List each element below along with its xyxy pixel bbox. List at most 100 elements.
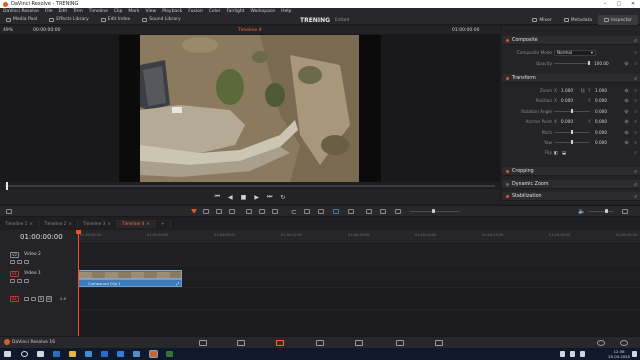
opacity-slider-knob[interactable]	[588, 61, 590, 65]
settings-icon[interactable]	[620, 340, 628, 346]
edit-page-icon[interactable]	[276, 340, 284, 346]
replace-clip-icon[interactable]	[272, 209, 278, 214]
reset-icon[interactable]: ↺	[634, 76, 637, 81]
cut-page-icon[interactable]	[237, 340, 245, 346]
media-pool-button[interactable]: Media Pool	[0, 15, 43, 25]
flag-icon[interactable]	[333, 209, 339, 214]
task-view-icon[interactable]	[37, 351, 44, 357]
yaw-value[interactable]: 0.000	[595, 140, 607, 145]
fusion-page-icon[interactable]	[316, 340, 324, 346]
effects-library-button[interactable]: Effects Library	[43, 15, 94, 25]
close-tab-icon[interactable]: ×	[107, 222, 111, 227]
timeline-playhead-handle[interactable]	[76, 230, 81, 234]
solo-button[interactable]: S	[38, 295, 44, 302]
auto-select-icon[interactable]	[17, 260, 22, 264]
insert-clip-icon[interactable]	[246, 209, 252, 214]
play-icon[interactable]: ▶	[254, 194, 259, 201]
browser-icon[interactable]	[53, 351, 60, 357]
resolve-taskbar-icon[interactable]	[149, 350, 158, 358]
audio-meter-icon[interactable]	[622, 209, 628, 214]
stabilization-section-header[interactable]: Stabilization ↺	[502, 192, 640, 201]
layout-icon[interactable]	[6, 209, 12, 214]
trim-tool-icon[interactable]	[203, 209, 209, 214]
section-enabled-icon[interactable]	[506, 182, 509, 186]
blade-tool-icon[interactable]	[229, 209, 235, 214]
reset-icon[interactable]: ↺	[634, 130, 637, 135]
compound-clip[interactable]: Compound Clip 1 ⤢	[78, 279, 182, 287]
opacity-slider[interactable]	[554, 63, 590, 64]
go-to-start-icon[interactable]: ⏮	[215, 193, 220, 201]
file-explorer-icon[interactable]	[69, 351, 76, 357]
pitch-slider-knob[interactable]	[571, 130, 573, 134]
timeline-tab[interactable]: Timeline 2 ×	[39, 220, 78, 228]
dynamic-zoom-section-header[interactable]: Dynamic Zoom ↺	[502, 180, 640, 189]
volume-icon[interactable]: 🔈	[578, 208, 585, 215]
zoom-full-icon[interactable]	[366, 209, 372, 214]
menu-item-view[interactable]: View	[146, 9, 157, 14]
timeline-zoom-slider[interactable]	[410, 211, 460, 212]
mute-button[interactable]: M	[46, 295, 52, 302]
track-lane-v2[interactable]	[78, 244, 640, 266]
snapping-icon[interactable]: ⊂	[291, 208, 297, 216]
menu-item-playback[interactable]: Playback	[162, 9, 182, 14]
reset-icon[interactable]: ↺	[634, 50, 637, 55]
notifications-icon[interactable]	[632, 351, 637, 357]
link-clips-icon[interactable]	[304, 209, 310, 214]
section-enabled-icon[interactable]	[506, 169, 509, 173]
reset-icon[interactable]: ↺	[634, 140, 637, 145]
system-clock[interactable]: 12:36 25.05.2020	[608, 349, 630, 359]
reset-icon[interactable]: ↺	[634, 61, 637, 66]
viewer-zoom[interactable]: 49%	[3, 28, 13, 33]
close-button[interactable]: ✕	[626, 1, 640, 7]
stop-icon[interactable]: ■	[241, 194, 247, 201]
opacity-value[interactable]: 100.00	[594, 61, 609, 66]
auto-select-icon[interactable]	[17, 279, 22, 283]
marker-icon[interactable]	[348, 209, 354, 214]
link-icon[interactable]: ⛓	[580, 88, 585, 94]
reset-icon[interactable]: ↺	[634, 182, 637, 187]
color-page-icon[interactable]	[355, 340, 363, 346]
zoom-x-value[interactable]: 1.000	[561, 88, 573, 93]
timeline-timecode[interactable]: 01:00:00:00	[0, 230, 78, 244]
anchor-y-value[interactable]: 0.000	[595, 119, 607, 124]
loop-icon[interactable]: ↻	[280, 194, 285, 201]
deliver-page-icon[interactable]	[435, 340, 443, 346]
menu-item-fairlight[interactable]: Fairlight	[226, 9, 244, 14]
reset-icon[interactable]: ↺	[634, 150, 637, 155]
keyframe-icon[interactable]	[624, 119, 629, 124]
auto-select-icon[interactable]	[31, 296, 36, 301]
search-icon[interactable]	[21, 351, 28, 357]
volume-slider[interactable]	[588, 211, 613, 212]
position-x-value[interactable]: 0.000	[561, 98, 573, 103]
menu-item-fusion[interactable]: Fusion	[188, 9, 202, 14]
position-lock-icon[interactable]	[318, 209, 324, 214]
disable-track-icon[interactable]	[24, 260, 29, 264]
keyframe-icon[interactable]	[624, 61, 629, 66]
viewer-playhead[interactable]	[6, 182, 8, 190]
maximize-button[interactable]: □	[612, 1, 626, 7]
metadata-button[interactable]: Metadata	[558, 15, 598, 25]
mail-icon[interactable]	[85, 351, 92, 357]
menu-item-color[interactable]: Color	[209, 9, 221, 14]
minimize-button[interactable]: –	[598, 1, 612, 7]
app-icon[interactable]	[117, 351, 124, 357]
keyframe-icon[interactable]	[624, 109, 629, 114]
lock-track-icon[interactable]	[24, 296, 29, 301]
keyframe-icon[interactable]	[624, 88, 629, 93]
menu-item-timeline[interactable]: Timeline	[89, 9, 108, 14]
reset-icon[interactable]: ↺	[634, 38, 637, 43]
mixer-button[interactable]: Mixer	[526, 15, 557, 25]
menu-item-workspace[interactable]: Workspace	[250, 9, 275, 14]
anchor-x-value[interactable]: 0.000	[561, 119, 573, 124]
zoom-custom-icon[interactable]	[395, 209, 401, 214]
section-enabled-icon[interactable]	[506, 194, 509, 198]
reset-icon[interactable]: ↺	[634, 109, 637, 114]
menu-item-davinci-resolve[interactable]: DaVinci Resolve	[3, 9, 39, 14]
overwrite-clip-icon[interactable]	[259, 209, 265, 214]
edit-index-button[interactable]: Edit Index	[95, 15, 137, 25]
app-icon[interactable]	[166, 351, 173, 357]
reset-icon[interactable]: ↺	[634, 169, 637, 174]
pitch-value[interactable]: 0.000	[595, 130, 607, 135]
selection-tool-icon[interactable]	[191, 209, 197, 214]
dynamic-trim-icon[interactable]	[216, 209, 222, 214]
